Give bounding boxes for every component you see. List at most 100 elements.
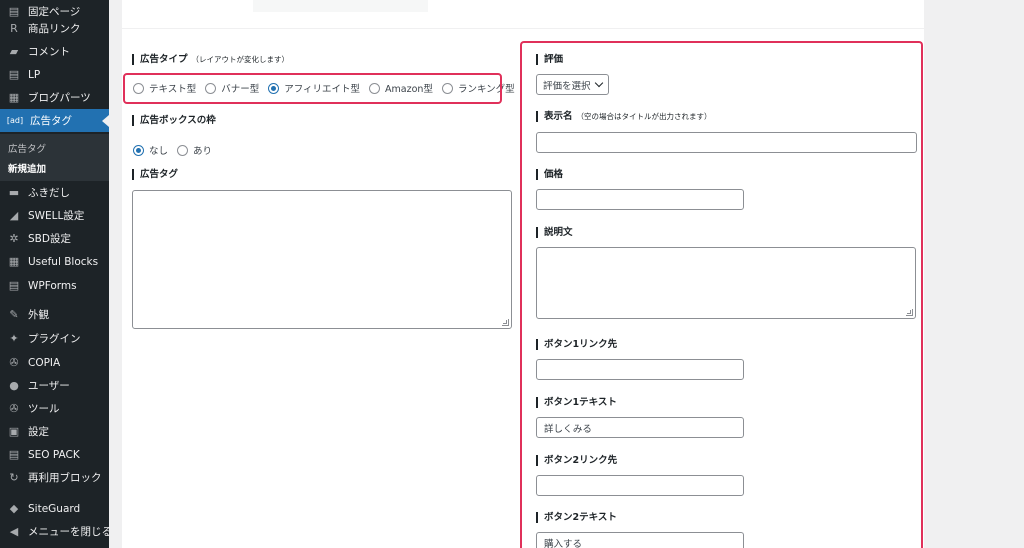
button1-text-input[interactable]: 詳しくみる bbox=[536, 417, 744, 438]
ad-type-label: 広告タイプ bbox=[140, 54, 188, 65]
button2-text-label: ボタン2テキスト bbox=[536, 512, 617, 523]
description-textarea[interactable] bbox=[536, 247, 916, 319]
page-icon: ▤ bbox=[8, 68, 20, 81]
comment-icon: ▰ bbox=[9, 45, 19, 58]
ad-type-highlight-box bbox=[123, 73, 502, 104]
sidebar-item-label: SBD設定 bbox=[28, 233, 71, 245]
sidebar-item[interactable]: ↻ 再利用ブロック bbox=[0, 466, 109, 489]
submenu-item-add-new[interactable]: 新規追加 bbox=[8, 161, 46, 175]
sidebar-item-label: 広告タグ bbox=[30, 115, 72, 127]
gear-icon: ✲ bbox=[9, 232, 19, 245]
rating-select[interactable]: 評価を選択 bbox=[536, 74, 609, 95]
sidebar-item[interactable]: [ad] 広告タグ bbox=[0, 109, 109, 132]
layout-icon: ▦ bbox=[8, 91, 20, 104]
swell-icon: ◢ bbox=[9, 209, 19, 222]
sidebar-item[interactable]: ✦ プラグイン bbox=[0, 327, 109, 350]
wrench-icon: ✇ bbox=[9, 402, 19, 415]
reload-icon: ↻ bbox=[9, 471, 19, 484]
ad-tag-label: 広告タグ bbox=[132, 169, 178, 180]
sidebar-item-label: SWELL設定 bbox=[28, 210, 85, 222]
display-name-note: （空の場合はタイトルが出力されます） bbox=[576, 112, 712, 121]
plugin-icon: ✦ bbox=[9, 332, 19, 345]
top-placeholder bbox=[253, 0, 428, 12]
divider bbox=[122, 28, 924, 29]
seo-icon: ▤ bbox=[8, 448, 20, 461]
description-label: 説明文 bbox=[536, 227, 573, 238]
frame-label: 広告ボックスの枠 bbox=[132, 115, 216, 126]
speech-bubble-icon: ▬ bbox=[8, 186, 20, 199]
sidebar-item-label: 外観 bbox=[28, 309, 49, 321]
grid-icon: ▦ bbox=[8, 255, 20, 268]
sidebar-item-label: LP bbox=[28, 68, 41, 81]
sidebar-item-label: 設定 bbox=[28, 426, 49, 438]
sidebar-item-label: 再利用ブロック bbox=[28, 472, 102, 484]
sidebar-item[interactable]: R 商品リンク bbox=[0, 17, 109, 40]
sidebar-item[interactable]: ▤ SEO PACK bbox=[0, 443, 109, 466]
button2-text-input[interactable]: 購入する bbox=[536, 532, 744, 548]
sidebar-item[interactable]: ✎ 外観 bbox=[0, 303, 109, 326]
right-background bbox=[924, 0, 1024, 548]
sidebar-item[interactable]: ▤ LP bbox=[0, 63, 109, 86]
resize-handle[interactable] bbox=[502, 319, 509, 326]
sidebar-item-label: ユーザー bbox=[28, 380, 70, 392]
radio-frame-yes[interactable] bbox=[177, 144, 189, 156]
sidebar-item-label: プラグイン bbox=[28, 333, 81, 345]
sidebar-item[interactable]: ▤ WPForms bbox=[0, 274, 109, 297]
button2-link-label: ボタン2リンク先 bbox=[536, 455, 617, 466]
button1-link-input[interactable] bbox=[536, 359, 744, 380]
sidebar-item[interactable]: ✲ SBD設定 bbox=[0, 227, 109, 250]
ad-tag-textarea[interactable] bbox=[132, 190, 512, 329]
radio-label: なし bbox=[149, 146, 169, 157]
sidebar-item[interactable]: ◢ SWELL設定 bbox=[0, 204, 109, 227]
radio-frame-none[interactable] bbox=[133, 144, 144, 156]
sidebar-item-label: WPForms bbox=[28, 279, 77, 292]
sidebar-item[interactable]: ● ユーザー bbox=[0, 374, 109, 397]
shield-icon: ◆ bbox=[9, 502, 19, 515]
sidebar-item-label: ブログパーツ bbox=[28, 92, 91, 104]
user-icon: ● bbox=[9, 379, 19, 392]
sidebar-item[interactable]: ◆ SiteGuard bbox=[0, 497, 109, 520]
sidebar-item-label: ツール bbox=[28, 403, 60, 415]
admin-sidebar: 広告タグ 新規追加 ▤ 固定ページ R 商品リンク ▰ コメント ▤ LP ▦ ブログパーツ [ad… bbox=[0, 0, 112, 548]
sidebar-item-label: COPIA bbox=[28, 356, 61, 369]
display-name-label: 表示名 bbox=[544, 111, 573, 122]
sidebar-item[interactable]: ✇ ツール bbox=[0, 397, 109, 420]
form-icon: ▤ bbox=[8, 279, 20, 292]
rating-label: 評価 bbox=[536, 54, 563, 65]
button1-link-label: ボタン1リンク先 bbox=[536, 339, 617, 350]
display-name-heading: 表示名 （空の場合はタイトルが出力されます） bbox=[536, 111, 712, 122]
sidebar-item[interactable]: ▣ 設定 bbox=[0, 420, 109, 443]
sidebar-item[interactable]: ▰ コメント bbox=[0, 40, 109, 63]
collapse-icon: ◀ bbox=[9, 525, 19, 538]
sidebar-item[interactable]: ✇ COPIA bbox=[0, 351, 109, 374]
display-name-input[interactable] bbox=[536, 132, 917, 153]
sidebar-item[interactable]: ▦ ブログパーツ bbox=[0, 86, 109, 109]
chevron-down-icon bbox=[594, 78, 603, 88]
sidebar-item-label: SEO PACK bbox=[28, 448, 80, 461]
settings-icon: ▣ bbox=[8, 425, 20, 438]
sidebar-item-label: 商品リンク bbox=[28, 23, 81, 35]
wrench-icon: ✇ bbox=[9, 356, 19, 369]
ad-type-heading: 広告タイプ （レイアウトが変化します） bbox=[132, 54, 289, 65]
sidebar-item[interactable]: ▬ ふきだし bbox=[0, 181, 109, 204]
submenu-ad-tags: 広告タグ 新規追加 bbox=[0, 134, 109, 181]
sidebar-item-label: メニューを閉じる bbox=[28, 526, 112, 538]
sidebar-item[interactable]: ▦ Useful Blocks bbox=[0, 250, 109, 273]
button2-link-input[interactable] bbox=[536, 475, 744, 496]
sidebar-item[interactable]: ◀ メニューを閉じる bbox=[0, 520, 112, 543]
price-label: 価格 bbox=[536, 169, 563, 180]
price-input[interactable] bbox=[536, 189, 744, 210]
resize-handle[interactable] bbox=[906, 309, 913, 316]
main-content: 広告タイプ （レイアウトが変化します） テキスト型 バナー型 アフィリエイト型 A… bbox=[122, 0, 924, 548]
sidebar-item-label: ふきだし bbox=[28, 187, 70, 199]
ad-type-note: （レイアウトが変化します） bbox=[191, 55, 290, 64]
sidebar-item-label: Useful Blocks bbox=[28, 255, 99, 268]
button1-text-label: ボタン1テキスト bbox=[536, 397, 617, 408]
r-icon: R bbox=[10, 22, 18, 35]
rating-select-value: 評価を選択 bbox=[543, 80, 591, 92]
submenu-item-ad-tags[interactable]: 広告タグ bbox=[8, 141, 46, 155]
frame-radio-group: なし あり bbox=[133, 143, 221, 157]
ad-icon: [ad] bbox=[6, 116, 24, 125]
sidebar-item-label: コメント bbox=[28, 46, 70, 58]
brush-icon: ✎ bbox=[9, 308, 19, 321]
